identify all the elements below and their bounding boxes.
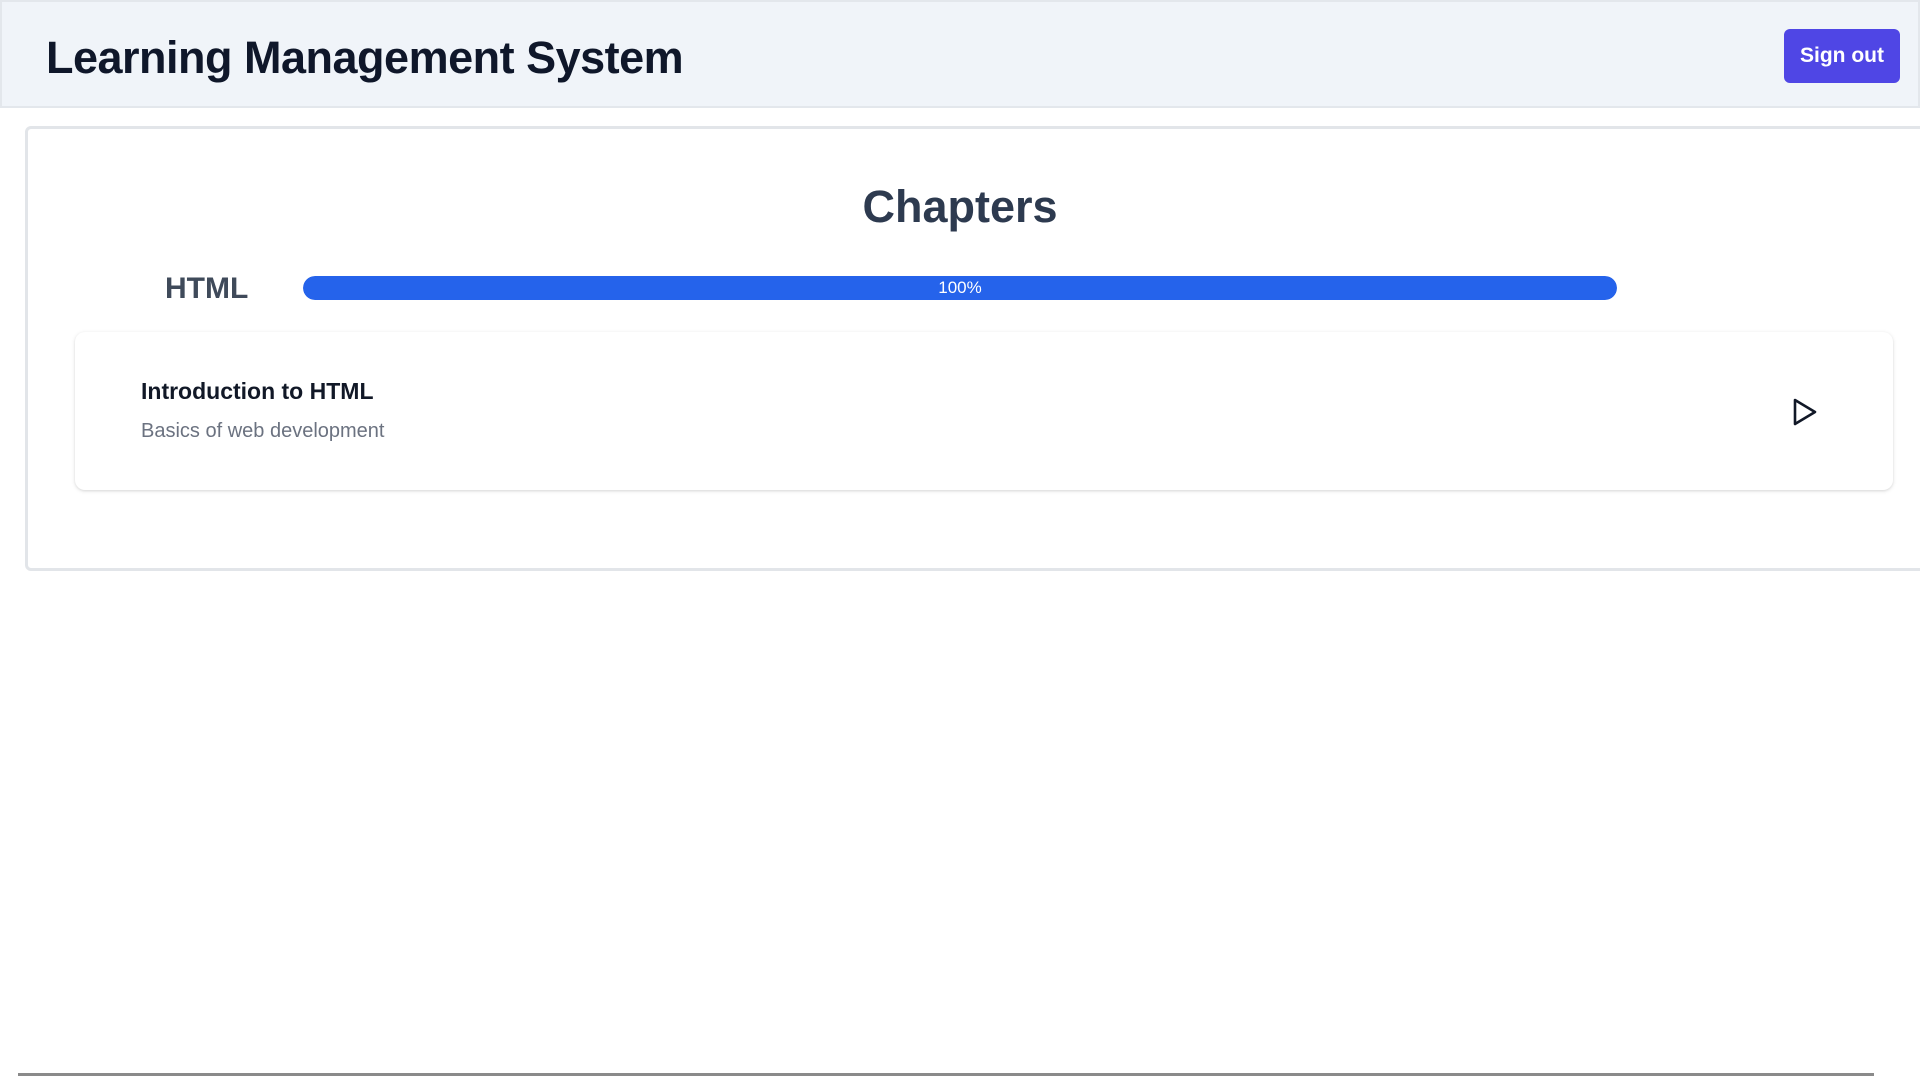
progress-percent-label: 100% [938,278,982,297]
app-title: Learning Management System [46,32,684,83]
course-name: HTML [165,272,249,305]
chapter-card[interactable]: Introduction to HTML Basics of web devel… [75,332,1893,490]
play-icon[interactable] [1787,395,1821,429]
course-progress-bar: 100% [303,276,1617,300]
top-bar: Learning Management System Sign out [0,0,1920,108]
sign-out-button[interactable]: Sign out [1784,29,1900,83]
bottom-divider [18,1073,1874,1076]
chapter-description: Basics of web development [141,420,385,442]
chapter-title: Introduction to HTML [141,378,374,404]
page-title: Chapters [862,181,1058,232]
